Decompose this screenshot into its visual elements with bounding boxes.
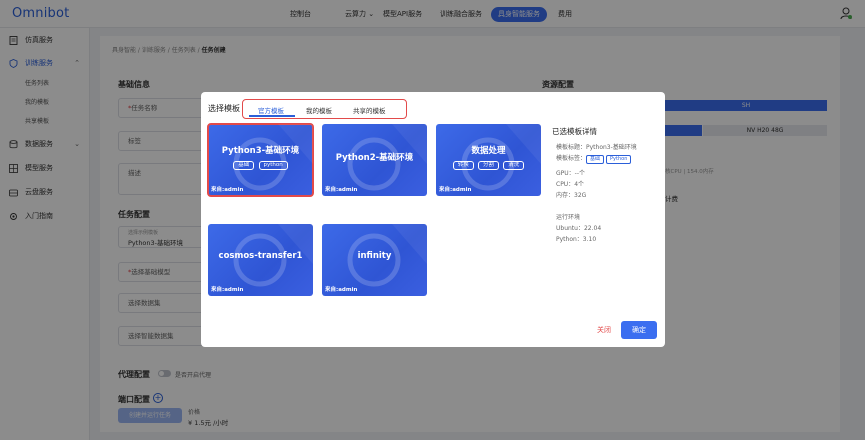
template-tabs: 官方模板 我的模板 共享的模板 <box>242 99 407 119</box>
detail-tag: 基础 <box>586 155 605 164</box>
active-tab-indicator <box>249 115 295 117</box>
card-source: 来自:admin <box>325 287 358 293</box>
card-source: 来自:admin <box>211 287 244 293</box>
card-tags: 基础 python <box>208 160 313 170</box>
card-title: Python3-基础环境 <box>221 146 300 156</box>
detail-gpu: GPU：--个 <box>556 170 585 177</box>
detail-template-tags: 模板标签： 基础 Python <box>556 153 633 164</box>
tab-official-templates[interactable]: 官方模板 <box>258 105 284 115</box>
confirm-button[interactable]: 确定 <box>621 321 657 339</box>
detail-template-name: 模板标题：Python3-基础环境 <box>556 144 637 151</box>
detail-ubuntu: Ubuntu：22.04 <box>556 225 602 232</box>
template-card-data-processing[interactable]: 数据处理 转换 分割 清洗 来自:admin <box>436 124 541 196</box>
tab-shared-templates[interactable]: 共享的模板 <box>353 105 386 115</box>
detail-env-title: 运行环境 <box>556 214 581 221</box>
card-tag: 分割 <box>477 161 499 170</box>
template-card-python3[interactable]: Python3-基础环境 基础 python 来自:admin <box>207 123 314 197</box>
card-title: infinity <box>357 251 392 261</box>
template-card-python2[interactable]: Python2-基础环境 来自:admin <box>322 124 427 196</box>
detail-tag: Python <box>606 155 632 164</box>
card-source: 来自:admin <box>325 187 358 193</box>
card-tag: 清洗 <box>503 161 525 170</box>
card-title: cosmos-transfer1 <box>218 251 303 261</box>
tab-my-templates[interactable]: 我的模板 <box>306 105 332 115</box>
card-source: 来自:admin <box>211 187 244 193</box>
detail-python: Python：3.10 <box>556 236 597 243</box>
detail-tags-label: 模板标签： <box>556 155 587 162</box>
card-tags: 转换 分割 清洗 <box>436 160 541 170</box>
template-card-cosmos-transfer1[interactable]: cosmos-transfer1 来自:admin <box>208 224 313 296</box>
card-source: 来自:admin <box>439 187 472 193</box>
card-title: Python2-基础环境 <box>335 153 414 163</box>
detail-cpu: CPU：4个 <box>556 181 585 188</box>
card-tag: 基础 <box>233 161 255 170</box>
selected-template-detail-title: 已选模板详情 <box>552 127 597 136</box>
select-template-modal: 选择模板 官方模板 我的模板 共享的模板 Python3-基础环境 基础 pyt… <box>201 92 665 347</box>
close-button[interactable]: 关闭 <box>597 325 611 335</box>
modal-title: 选择模板 <box>208 104 240 113</box>
card-title: 数据处理 <box>471 146 506 156</box>
template-card-infinity[interactable]: infinity 来自:admin <box>322 224 427 296</box>
card-tag: 转换 <box>452 161 474 170</box>
detail-memory: 内存：32G <box>556 192 587 199</box>
card-tag: python <box>258 161 288 170</box>
